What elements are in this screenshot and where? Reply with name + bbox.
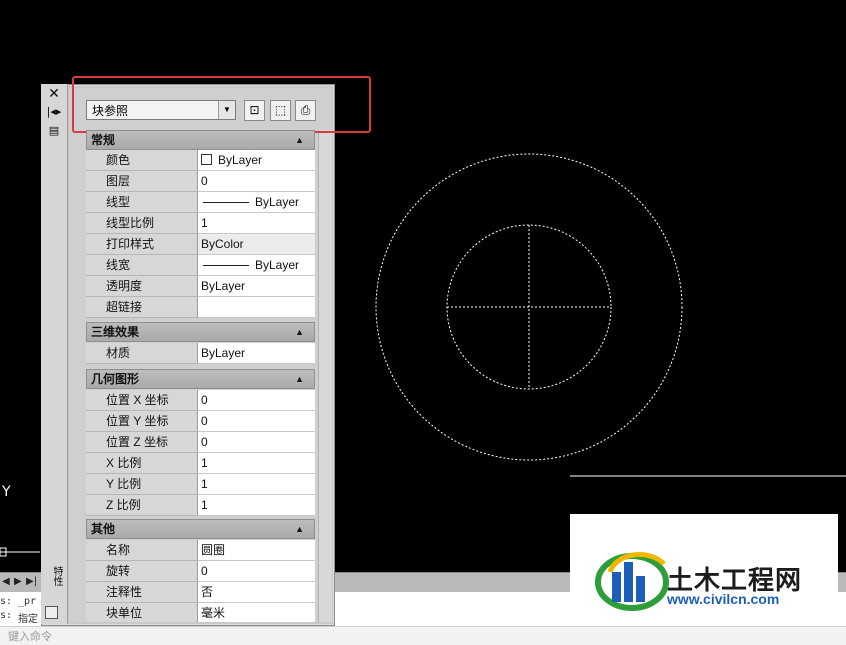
property-row[interactable]: 超链接 xyxy=(86,297,315,318)
ucs-y-label: Y xyxy=(2,484,11,500)
section-title: 常规 xyxy=(91,133,116,147)
property-value[interactable]: ByColor xyxy=(198,234,315,255)
section-geometry[interactable]: 几何图形 ▲ xyxy=(86,369,315,389)
section-3d-effects[interactable]: 三维效果 ▲ xyxy=(86,322,315,342)
property-value[interactable] xyxy=(198,297,315,318)
color-swatch-icon xyxy=(201,154,212,165)
palette-scrollbar[interactable] xyxy=(318,130,332,622)
property-name: 超链接 xyxy=(86,297,198,318)
property-row[interactable]: 注释性 否 xyxy=(86,582,315,603)
property-name: 线型 xyxy=(86,192,198,213)
line-sample-icon xyxy=(203,202,249,204)
cmd-line-1-text: _pr xyxy=(18,596,37,607)
property-row[interactable]: 颜色 ByLayer xyxy=(86,150,315,171)
next-tab-icon[interactable]: ▶ xyxy=(14,576,22,587)
property-value[interactable]: ByLayer xyxy=(198,276,315,297)
property-value[interactable]: 0 xyxy=(198,411,315,432)
property-name: 材质 xyxy=(86,343,198,364)
collapse-icon[interactable]: ▲ xyxy=(295,370,304,388)
property-value: ByLayer xyxy=(255,258,300,272)
property-value[interactable]: 0 xyxy=(198,171,315,192)
highlight-box xyxy=(72,76,371,133)
property-value: ByLayer xyxy=(255,195,300,209)
palette-vertical-title: 特性 xyxy=(51,566,62,586)
property-row[interactable]: 块单位 毫米 xyxy=(86,603,315,622)
property-name: 名称 xyxy=(86,540,198,561)
property-row[interactable]: 旋转 0 xyxy=(86,561,315,582)
collapse-icon[interactable]: ▲ xyxy=(295,323,304,341)
property-name: 透明度 xyxy=(86,276,198,297)
property-name: 位置 Z 坐标 xyxy=(86,432,198,453)
property-row[interactable]: Y 比例 1 xyxy=(86,474,315,495)
last-tab-icon[interactable]: ▶| xyxy=(26,576,37,587)
property-name: X 比例 xyxy=(86,453,198,474)
property-name: 图层 xyxy=(86,171,198,192)
property-value[interactable]: 0 xyxy=(198,561,315,582)
palette-menu-icon[interactable]: ▤ xyxy=(41,124,67,137)
property-name: 注释性 xyxy=(86,582,198,603)
property-value[interactable]: 1 xyxy=(198,474,315,495)
command-prompt: 键入命令 xyxy=(8,631,52,643)
section-misc[interactable]: 其他 ▲ xyxy=(86,519,315,539)
prev-tab-icon[interactable]: ◀ xyxy=(2,576,10,587)
collapse-icon[interactable]: ▲ xyxy=(295,520,304,538)
property-name: 颜色 xyxy=(86,150,198,171)
line-sample-icon xyxy=(203,265,249,267)
property-value[interactable]: 否 xyxy=(198,582,315,603)
property-name: 线宽 xyxy=(86,255,198,276)
property-value[interactable]: 1 xyxy=(198,453,315,474)
property-value[interactable]: ByLayer xyxy=(198,343,315,364)
section-general[interactable]: 常规 ▲ xyxy=(86,130,315,150)
property-row[interactable]: 线宽 ByLayer xyxy=(86,255,315,276)
property-name: 位置 X 坐标 xyxy=(86,390,198,411)
property-row[interactable]: X 比例 1 xyxy=(86,453,315,474)
property-row[interactable]: 透明度 ByLayer xyxy=(86,276,315,297)
property-row[interactable]: 打印样式 ByColor xyxy=(86,234,315,255)
property-row[interactable]: 名称 圆圈 xyxy=(86,540,315,561)
property-row[interactable]: 线型 ByLayer xyxy=(86,192,315,213)
property-name: 旋转 xyxy=(86,561,198,582)
auto-hide-icon[interactable]: |◂▸ xyxy=(41,105,67,118)
section-title: 其他 xyxy=(91,522,116,536)
property-name: 线型比例 xyxy=(86,213,198,234)
close-icon[interactable]: ✕ xyxy=(41,86,67,102)
property-value[interactable]: 圆圈 xyxy=(198,540,315,561)
property-value: ByLayer xyxy=(218,153,263,167)
property-row[interactable]: 位置 Z 坐标 0 xyxy=(86,432,315,453)
property-value-lineweight[interactable]: ByLayer xyxy=(198,255,315,276)
palette-titlebar[interactable] xyxy=(41,84,68,624)
property-value[interactable]: 1 xyxy=(198,213,315,234)
property-row[interactable]: 材质 ByLayer xyxy=(86,343,315,364)
property-value[interactable]: 0 xyxy=(198,432,315,453)
section-title: 三维效果 xyxy=(91,325,140,339)
property-name: 打印样式 xyxy=(86,234,198,255)
property-value-linetype[interactable]: ByLayer xyxy=(198,192,315,213)
palette-settings-icon[interactable] xyxy=(45,606,58,619)
property-value[interactable]: 0 xyxy=(198,390,315,411)
property-value-color[interactable]: ByLayer xyxy=(198,150,315,171)
property-row[interactable]: 图层 0 xyxy=(86,171,315,192)
section-title: 几何图形 xyxy=(91,372,140,386)
property-value[interactable]: 1 xyxy=(198,495,315,516)
cmd-line-1-prefix: s: xyxy=(0,596,13,607)
cmd-line-2-prefix: s: xyxy=(0,610,13,621)
collapse-icon[interactable]: ▲ xyxy=(295,131,304,149)
cmd-line-2-text: 指定 xyxy=(18,614,38,625)
property-name: 块单位 xyxy=(86,603,198,622)
property-row[interactable]: Z 比例 1 xyxy=(86,495,315,516)
watermark-url: www.civilcn.com xyxy=(667,591,780,607)
property-value[interactable]: 毫米 xyxy=(198,603,315,622)
property-row[interactable]: 线型比例 1 xyxy=(86,213,315,234)
property-name: Z 比例 xyxy=(86,495,198,516)
property-name: Y 比例 xyxy=(86,474,198,495)
property-name: 位置 Y 坐标 xyxy=(86,411,198,432)
command-input[interactable] xyxy=(0,626,846,645)
property-row[interactable]: 位置 Y 坐标 0 xyxy=(86,411,315,432)
property-row[interactable]: 位置 X 坐标 0 xyxy=(86,390,315,411)
